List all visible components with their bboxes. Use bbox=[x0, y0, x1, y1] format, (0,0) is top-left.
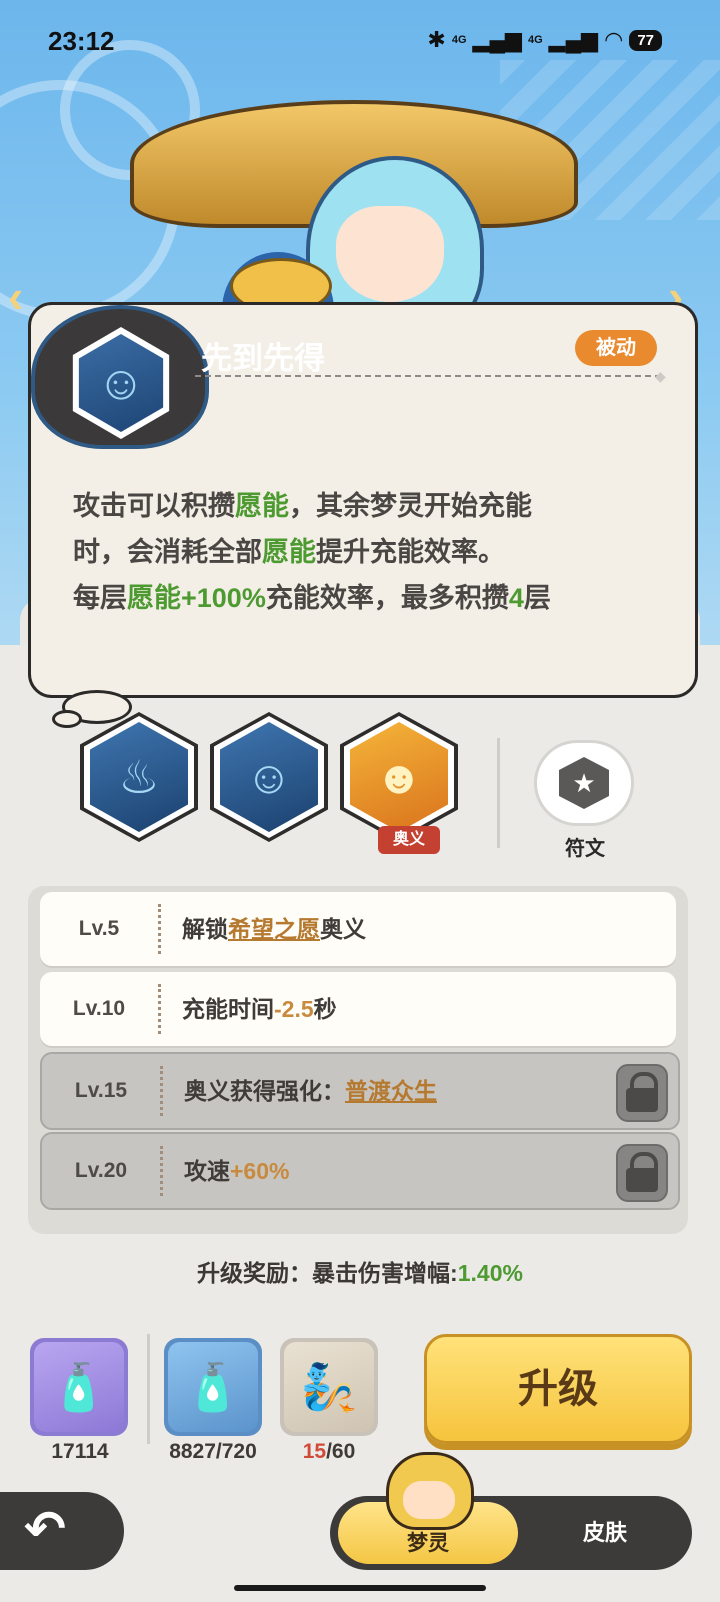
tab-avatar-icon bbox=[386, 1452, 474, 1530]
level-number: Lv.10 bbox=[72, 997, 126, 1020]
genie-shard-count: 15/60 bbox=[302, 1440, 356, 1463]
status-time: 23:12 bbox=[48, 26, 115, 56]
back-button[interactable]: ↶ bbox=[0, 1492, 124, 1570]
rune-icon: ★ bbox=[559, 757, 609, 809]
description-line-1: 攻击可以积攒愿能，其余梦灵开始充能 bbox=[73, 483, 673, 529]
description-segment: 每层 bbox=[73, 583, 127, 613]
lock-icon bbox=[616, 1064, 668, 1122]
skill-description: 攻击可以积攒愿能，其余梦灵开始充能 时，会消耗全部愿能提升充能效率。 每层愿能+… bbox=[73, 483, 673, 621]
bluetooth-icon: ✱ bbox=[427, 27, 446, 52]
level-number: Lv.5 bbox=[78, 917, 120, 940]
home-indicator[interactable] bbox=[234, 1585, 486, 1591]
skill-title: 先到先得 bbox=[201, 341, 325, 376]
divider-diamond-icon: ◆ bbox=[655, 368, 666, 384]
back-arrow-icon: ↶ bbox=[24, 1501, 66, 1557]
gold-bottle-icon: 🧴 bbox=[184, 1361, 242, 1413]
description-line-3: 每层愿能+100%充能效率，最多积攒4层 bbox=[73, 575, 673, 621]
lock-icon bbox=[616, 1144, 668, 1202]
tab-dream-spirit-label: 梦灵 bbox=[407, 1532, 449, 1555]
ultimate-portrait-icon: ☻ bbox=[374, 751, 424, 803]
skill-tooltip-card: ☺ 先到先得 ◆ 被动 攻击可以积攒愿能，其余梦灵开始充能 时，会消耗全部愿能提… bbox=[28, 302, 698, 698]
level-highlight[interactable]: 普渡众生 bbox=[345, 1078, 437, 1104]
level-unlock-list[interactable]: Lv.5 解锁希望之愿奥义 Lv.10 充能时间-2.5秒 Lv.15 奥义获得强化：普渡… bbox=[28, 886, 688, 1234]
genie-face bbox=[336, 206, 444, 302]
lamp-skill-icon: ♨ bbox=[118, 751, 160, 803]
level-effect-text: 解锁希望之愿奥义 bbox=[182, 916, 366, 942]
level-number: Lv.15 bbox=[74, 1079, 128, 1102]
wifi-icon: ◠ bbox=[604, 27, 624, 52]
level-effect-text: 奥义获得强化：普渡众生 bbox=[184, 1078, 437, 1104]
tab-skin[interactable]: 皮肤 bbox=[540, 1502, 670, 1564]
description-segment: 愿能 bbox=[235, 491, 289, 521]
upgrade-reward: 升级奖励：暴击伤害增幅:1.40% bbox=[197, 1260, 523, 1286]
ultimate-badge: 奥义 bbox=[378, 826, 440, 854]
description-segment: 攻击可以积攒 bbox=[73, 491, 235, 521]
level-row[interactable]: Lv.10 充能时间-2.5秒 bbox=[40, 972, 676, 1046]
character-portrait bbox=[130, 66, 590, 368]
description-segment: ，其余梦灵开始充能 bbox=[289, 491, 532, 521]
rune-label: 符文 bbox=[565, 838, 605, 860]
level-effect-text: 攻速+60% bbox=[184, 1158, 290, 1184]
description-segment: 充能效率，最多积攒 bbox=[265, 583, 509, 613]
description-segment: 愿能+100% bbox=[127, 583, 266, 613]
upgrade-button[interactable]: 升级 bbox=[424, 1334, 692, 1444]
rune-button[interactable]: ★ bbox=[534, 740, 634, 826]
level-row[interactable]: Lv.15 奥义获得强化：普渡众生 bbox=[40, 1052, 680, 1130]
resource-genie-shard[interactable]: 🧞 bbox=[280, 1338, 378, 1436]
description-segment: 4 bbox=[508, 583, 524, 613]
description-segment: 愿能 bbox=[262, 537, 316, 567]
passive-tag: 被动 bbox=[575, 330, 657, 366]
description-segment: 提升充能效率。 bbox=[316, 537, 505, 567]
rainbow-bottle-count: 17114 bbox=[51, 1440, 109, 1463]
resource-rainbow-bottle[interactable]: 🧴 bbox=[30, 1338, 128, 1436]
network-label-2: 4G bbox=[527, 34, 543, 46]
signal-icon: ▂▄▆ bbox=[472, 27, 522, 52]
signal-icon-2: ▂▄▆ bbox=[548, 27, 599, 52]
status-bar: 23:12 ✱ 4G ▂▄▆ 4G ▂▄▆ ◠ 77 bbox=[0, 0, 720, 88]
level-highlight[interactable]: 希望之愿 bbox=[228, 916, 320, 942]
resource-gold-bottle[interactable]: 🧴 bbox=[164, 1338, 262, 1436]
level-highlight: +60% bbox=[230, 1158, 290, 1184]
level-number: Lv.20 bbox=[74, 1159, 128, 1182]
reward-value: 1.40% bbox=[457, 1260, 523, 1286]
level-row[interactable]: Lv.5 解锁希望之愿奥义 bbox=[40, 892, 676, 966]
genie-skill-icon: ☺ bbox=[96, 357, 146, 410]
level-row[interactable]: Lv.20 攻速+60% bbox=[40, 1132, 680, 1210]
description-line-2: 时，会消耗全部愿能提升充能效率。 bbox=[73, 529, 673, 575]
rainbow-bottle-icon: 🧴 bbox=[50, 1361, 108, 1413]
gold-bottle-count: 8827/720 bbox=[169, 1440, 257, 1463]
description-segment: 时，会消耗全部 bbox=[73, 537, 262, 567]
level-highlight: -2.5 bbox=[274, 996, 314, 1022]
genie-skill-icon: ☺ bbox=[245, 751, 293, 803]
level-effect-text: 充能时间-2.5秒 bbox=[182, 996, 337, 1022]
battery-indicator: 77 bbox=[629, 29, 662, 51]
genie-shard-icon: 🧞 bbox=[300, 1361, 358, 1413]
description-segment: 层 bbox=[523, 583, 551, 613]
network-label-1: 4G bbox=[451, 34, 467, 46]
